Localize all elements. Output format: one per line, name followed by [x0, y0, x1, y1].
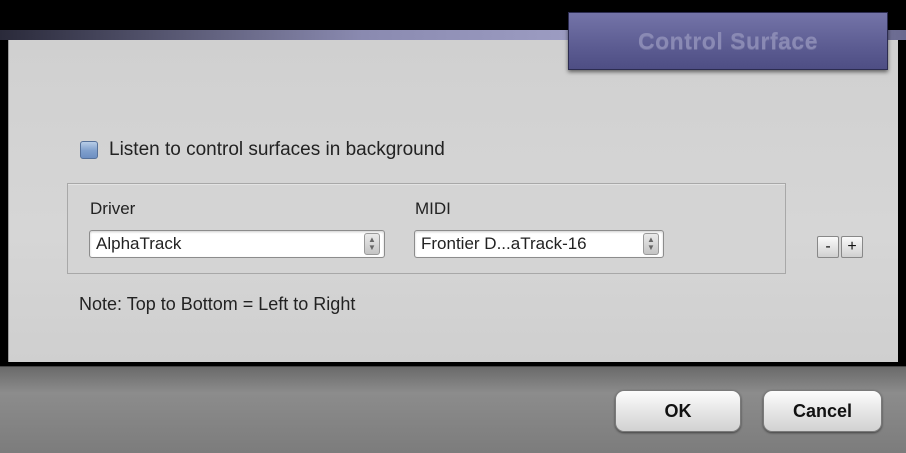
- ok-button[interactable]: OK: [615, 390, 741, 432]
- background-listen-checkbox[interactable]: [80, 141, 98, 159]
- control-surface-dialog: Control Surface Listen to control surfac…: [0, 0, 906, 453]
- panel-title: Control Surface: [637, 27, 819, 54]
- midi-select[interactable]: Frontier D...aTrack-16 ▲ ▼: [414, 230, 664, 258]
- midi-value: Frontier D...aTrack-16: [421, 234, 587, 253]
- driver-select[interactable]: AlphaTrack ▲ ▼: [89, 230, 385, 258]
- panel-title-tab: Control Surface: [568, 12, 888, 70]
- remove-surface-button[interactable]: -: [817, 236, 839, 258]
- background-listen-option[interactable]: Listen to control surfaces in background: [80, 138, 445, 162]
- window-right-edge: [898, 40, 906, 362]
- driver-value: AlphaTrack: [96, 234, 182, 253]
- ordering-note: Note: Top to Bottom = Left to Right: [79, 294, 356, 314]
- midi-select-arrows-icon[interactable]: ▲ ▼: [643, 233, 659, 255]
- add-surface-button[interactable]: +: [841, 236, 863, 258]
- driver-select-arrows-icon[interactable]: ▲ ▼: [364, 233, 380, 255]
- driver-label: Driver: [90, 199, 136, 218]
- background-listen-label: Listen to control surfaces in background: [109, 139, 445, 160]
- midi-label: MIDI: [415, 199, 451, 218]
- cancel-button[interactable]: Cancel: [763, 390, 882, 432]
- control-surface-row: Driver AlphaTrack ▲ ▼ MIDI Frontier D...a…: [67, 183, 786, 274]
